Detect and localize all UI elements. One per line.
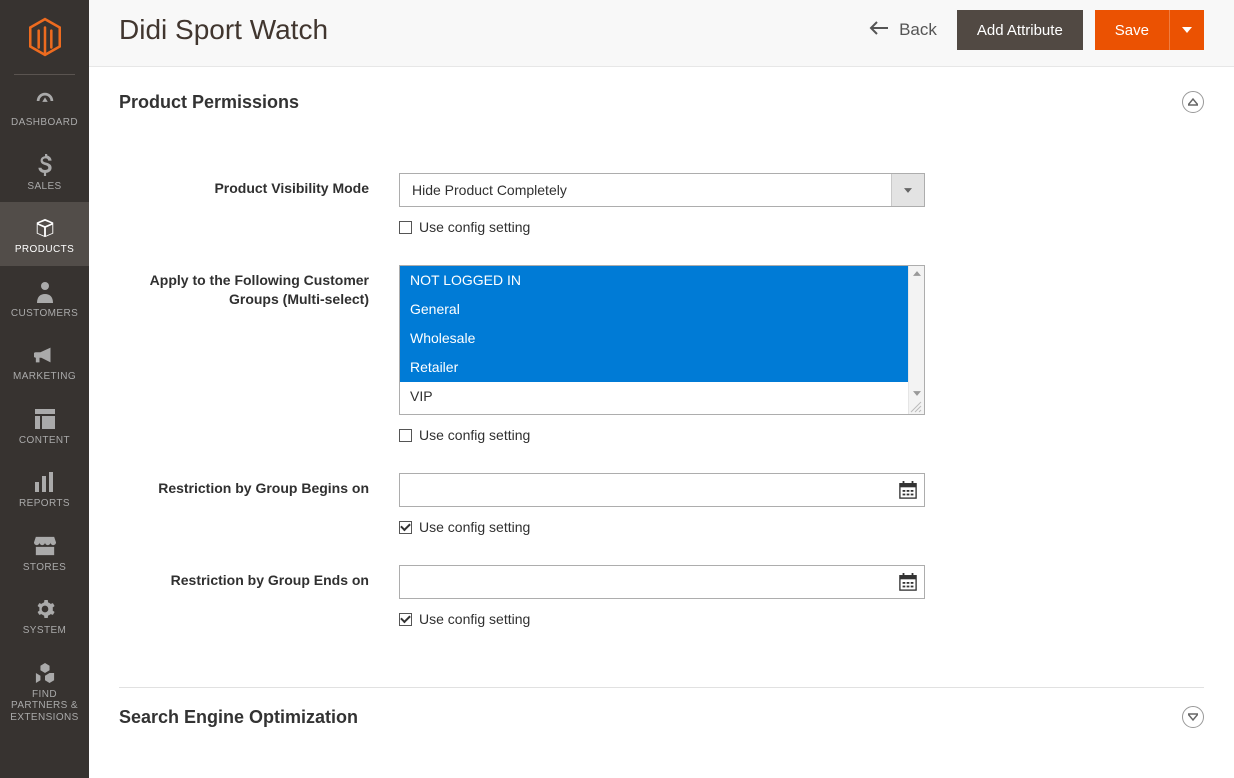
dollar-icon: [4, 153, 85, 177]
section-title: Search Engine Optimization: [119, 707, 358, 728]
sidebar-item-products[interactable]: PRODUCTS: [0, 202, 89, 266]
main-content: Didi Sport Watch Back Add Attribute Save…: [89, 0, 1234, 778]
add-attribute-button[interactable]: Add Attribute: [957, 10, 1083, 50]
blocks-icon: [4, 661, 85, 685]
collapse-toggle[interactable]: [1182, 91, 1204, 113]
resize-grip-icon: [910, 400, 924, 414]
checkbox-icon: [399, 521, 412, 534]
sidebar-item-stores[interactable]: STORES: [0, 520, 89, 584]
select-caret: [891, 174, 924, 206]
begins-use-config-checkbox[interactable]: Use config setting: [399, 519, 925, 535]
page-title: Didi Sport Watch: [119, 14, 328, 46]
back-label: Back: [899, 20, 937, 40]
gear-icon: [4, 597, 85, 621]
sidebar-item-label: STORES: [4, 562, 85, 574]
chevron-down-icon: [1188, 712, 1198, 722]
section-product-permissions-header[interactable]: Product Permissions: [119, 91, 1204, 113]
sidebar-item-label: REPORTS: [4, 498, 85, 510]
sidebar-item-label: MARKETING: [4, 371, 85, 383]
checkbox-icon: [399, 221, 412, 234]
sidebar-item-label: SALES: [4, 181, 85, 193]
checkbox-label: Use config setting: [419, 611, 530, 627]
sidebar-item-label: CONTENT: [4, 435, 85, 447]
chevron-down-icon: [1182, 27, 1192, 33]
save-button[interactable]: Save: [1095, 10, 1170, 50]
storefront-icon: [4, 534, 85, 558]
arrow-left-icon: [869, 20, 889, 40]
checkbox-label: Use config setting: [419, 427, 530, 443]
begins-on-label: Restriction by Group Begins on: [119, 473, 399, 535]
section-seo-header[interactable]: Search Engine Optimization: [119, 706, 1204, 728]
multiselect-option[interactable]: General: [400, 295, 908, 324]
sidebar-item-content[interactable]: CONTENT: [0, 393, 89, 457]
scroll-up-icon: [909, 266, 924, 280]
sidebar-item-label: PRODUCTS: [4, 244, 85, 256]
multiselect-option[interactable]: VIP: [400, 382, 908, 411]
save-button-group: Save: [1095, 10, 1204, 50]
calendar-icon: [899, 481, 917, 499]
layout-icon: [4, 407, 85, 431]
page-header: Didi Sport Watch Back Add Attribute Save: [89, 0, 1234, 67]
multiselect-scrollbar[interactable]: [908, 266, 924, 414]
ends-use-config-checkbox[interactable]: Use config setting: [399, 611, 925, 627]
admin-sidebar: DASHBOARD SALES PRODUCTS CUSTOMERS MARKE…: [0, 0, 89, 778]
sidebar-item-label: CUSTOMERS: [4, 308, 85, 320]
ends-on-date-input[interactable]: [399, 565, 925, 599]
customer-groups-label: Apply to the Following Customer Groups (…: [119, 265, 399, 443]
checkbox-icon: [399, 613, 412, 626]
chevron-up-icon: [1188, 97, 1198, 107]
back-button[interactable]: Back: [861, 20, 945, 40]
visibility-mode-select[interactable]: Hide Product Completely: [399, 173, 925, 207]
groups-use-config-checkbox[interactable]: Use config setting: [399, 427, 925, 443]
sidebar-item-system[interactable]: SYSTEM: [0, 583, 89, 647]
sidebar-item-customers[interactable]: CUSTOMERS: [0, 266, 89, 330]
sidebar-item-sales[interactable]: SALES: [0, 139, 89, 203]
checkbox-icon: [399, 429, 412, 442]
sidebar-item-dashboard[interactable]: DASHBOARD: [0, 75, 89, 139]
header-actions: Back Add Attribute Save: [861, 10, 1204, 50]
ends-on-label: Restriction by Group Ends on: [119, 565, 399, 627]
ends-on-input[interactable]: [400, 566, 891, 598]
calendar-icon: [899, 573, 917, 591]
scroll-down-icon: [909, 386, 924, 400]
multiselect-option[interactable]: NOT LOGGED IN: [400, 266, 908, 295]
begins-on-input[interactable]: [400, 474, 891, 506]
checkbox-label: Use config setting: [419, 519, 530, 535]
section-title: Product Permissions: [119, 92, 299, 113]
box-icon: [4, 216, 85, 240]
sidebar-item-label: DASHBOARD: [4, 117, 85, 129]
person-icon: [4, 280, 85, 304]
save-dropdown-toggle[interactable]: [1170, 10, 1204, 50]
collapse-toggle[interactable]: [1182, 706, 1204, 728]
sidebar-item-marketing[interactable]: MARKETING: [0, 329, 89, 393]
chevron-down-icon: [904, 188, 912, 193]
sidebar-item-reports[interactable]: REPORTS: [0, 456, 89, 520]
calendar-button[interactable]: [891, 566, 924, 598]
megaphone-icon: [4, 343, 85, 367]
sidebar-item-partners[interactable]: FIND PARTNERS & EXTENSIONS: [0, 647, 89, 734]
dashboard-icon: [4, 89, 85, 113]
begins-on-date-input[interactable]: [399, 473, 925, 507]
sidebar-item-label: FIND PARTNERS & EXTENSIONS: [4, 689, 85, 724]
multiselect-list: NOT LOGGED IN General Wholesale Retailer…: [400, 266, 908, 414]
multiselect-option[interactable]: Wholesale: [400, 324, 908, 353]
sidebar-nav: DASHBOARD SALES PRODUCTS CUSTOMERS MARKE…: [0, 75, 89, 733]
multiselect-option[interactable]: Retailer: [400, 353, 908, 382]
visibility-mode-value: Hide Product Completely: [400, 174, 891, 206]
section-divider: [119, 687, 1204, 688]
magento-logo: [0, 0, 89, 74]
sidebar-item-label: SYSTEM: [4, 625, 85, 637]
visibility-use-config-checkbox[interactable]: Use config setting: [399, 219, 925, 235]
bars-icon: [4, 470, 85, 494]
customer-groups-multiselect[interactable]: NOT LOGGED IN General Wholesale Retailer…: [399, 265, 925, 415]
calendar-button[interactable]: [891, 474, 924, 506]
visibility-mode-label: Product Visibility Mode: [119, 173, 399, 235]
checkbox-label: Use config setting: [419, 219, 530, 235]
